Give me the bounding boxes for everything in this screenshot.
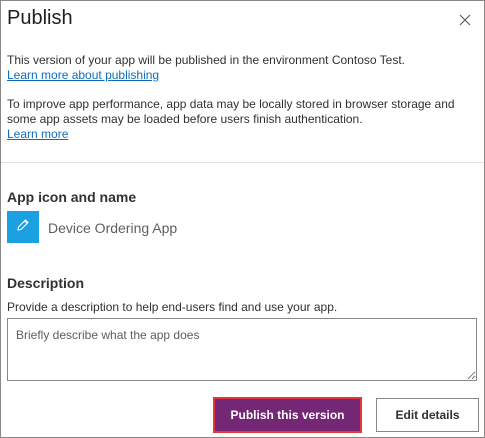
app-icon-button[interactable]: [7, 211, 39, 243]
pencil-icon: [16, 218, 30, 237]
publish-dialog: Publish This version of your app will be…: [0, 0, 485, 438]
learn-more-publishing-link[interactable]: Learn more about publishing: [7, 68, 159, 82]
performance-info-text: To improve app performance, app data may…: [7, 97, 455, 126]
environment-info-text: This version of your app will be publish…: [7, 53, 405, 67]
dialog-title: Publish: [7, 7, 73, 29]
intro-text: This version of your app will be publish…: [7, 53, 477, 142]
publish-button-label: Publish this version: [217, 401, 358, 429]
description-heading: Description: [7, 275, 85, 291]
description-help-text: Provide a description to help end-users …: [7, 300, 338, 314]
publish-this-version-button[interactable]: Publish this version: [213, 397, 362, 433]
app-name: Device Ordering App: [48, 220, 178, 236]
section-divider: [1, 162, 484, 163]
description-input[interactable]: [7, 318, 477, 381]
close-icon: [459, 13, 471, 31]
learn-more-link[interactable]: Learn more: [7, 127, 68, 141]
close-button[interactable]: [454, 11, 476, 33]
edit-details-button[interactable]: Edit details: [376, 398, 479, 432]
app-icon-name-heading: App icon and name: [7, 189, 137, 205]
